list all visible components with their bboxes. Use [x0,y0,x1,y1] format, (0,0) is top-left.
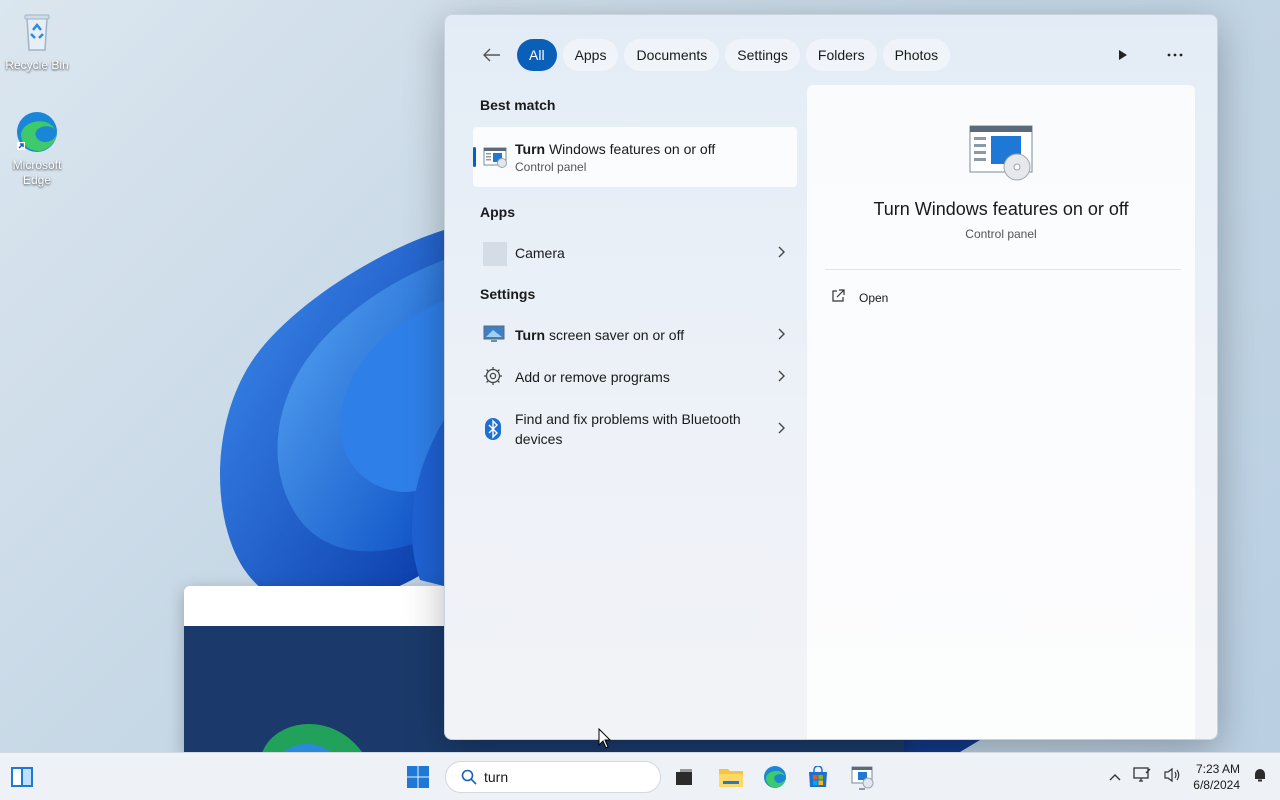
microsoft-store-icon[interactable] [802,761,834,793]
open-action-label: Open [859,290,889,305]
app-result-camera[interactable]: Camera [473,237,797,269]
desktop-icon-recycle-bin[interactable]: Recycle Bin [0,8,74,73]
tab-documents[interactable]: Documents [624,39,720,71]
selection-accent [473,147,476,167]
chevron-right-icon[interactable] [767,369,797,385]
bluetooth-icon [483,418,505,440]
preview-pane: Turn Windows features on or off Control … [807,85,1195,739]
edge-taskbar-icon[interactable] [759,761,791,793]
back-arrow-icon[interactable] [477,40,507,70]
mouse-cursor-icon [598,727,612,750]
best-match-title-highlight: Turn [515,141,546,157]
volume-icon[interactable] [1163,767,1181,788]
tab-settings[interactable]: Settings [725,39,800,71]
notification-icon[interactable] [1252,767,1268,788]
desktop-icon-label: Microsoft Edge [12,158,62,187]
search-icon [454,769,484,785]
section-apps: Apps [480,204,515,220]
tab-photos[interactable]: Photos [882,39,951,71]
taskbar-search[interactable] [445,761,661,793]
settings-result-label: Find and fix problems with Bluetooth dev… [515,411,741,447]
chevron-right-icon[interactable] [767,245,797,261]
edge-icon [13,108,61,156]
more-options-icon[interactable] [1159,41,1191,69]
settings-result-label: screen saver on or off [545,327,685,343]
best-match-subtitle: Control panel [515,160,587,174]
start-button[interactable] [402,761,434,793]
system-tray: 7:23 AM 6/8/2024 [1109,753,1268,800]
taskbar: 7:23 AM 6/8/2024 [0,752,1280,800]
settings-result-highlight: Turn [515,327,546,343]
open-action[interactable]: Open [831,289,888,306]
settings-result-bluetooth[interactable]: Find and fix problems with Bluetooth dev… [473,407,797,451]
divider [825,269,1181,270]
chevron-right-icon[interactable] [767,421,797,437]
clock[interactable]: 7:23 AM 6/8/2024 [1193,761,1240,793]
preview-title: Turn Windows features on or off [873,199,1129,219]
best-match-result[interactable]: Turn Windows features on or off Control … [473,127,797,187]
tab-apps[interactable]: Apps [562,39,619,71]
recycle-bin-icon [13,8,61,56]
screensaver-icon [483,324,505,346]
search-tabs: All Apps Documents Settings Folders Phot… [477,39,951,71]
windows-features-icon [483,146,507,168]
chevron-right-icon[interactable] [767,327,797,343]
edge-logo-icon [261,724,362,756]
section-settings: Settings [480,286,536,302]
search-panel: All Apps Documents Settings Folders Phot… [444,14,1218,740]
section-best-match: Best match [480,97,556,113]
play-icon[interactable] [1107,41,1139,69]
desktop-icon-label: Recycle Bin [5,58,69,72]
desktop-icon-edge[interactable]: Microsoft Edge [0,108,74,188]
settings-result-screen-saver[interactable]: Turn screen saver on or off [473,319,797,351]
camera-icon [483,242,507,266]
show-hidden-icons-icon[interactable] [1109,768,1121,786]
windows-features-large-icon [969,125,1033,181]
file-explorer-icon[interactable] [715,761,747,793]
settings-result-label: Add or remove programs [515,369,670,385]
widgets-icon[interactable] [6,761,38,793]
tab-folders[interactable]: Folders [805,39,877,71]
clock-date: 6/8/2024 [1193,778,1240,792]
best-match-title: Windows features on or off [545,141,716,157]
control-panel-taskbar-icon[interactable] [846,761,878,793]
preview-subtitle: Control panel [965,227,1037,241]
task-view-icon[interactable] [668,761,700,793]
app-result-label: Camera [515,245,565,261]
tab-actions [1107,41,1191,69]
gear-icon [483,366,505,388]
settings-result-add-remove-programs[interactable]: Add or remove programs [473,361,797,393]
tab-all[interactable]: All [517,39,557,71]
network-icon[interactable] [1133,766,1151,788]
clock-time: 7:23 AM [1195,762,1240,776]
search-input[interactable] [484,769,644,785]
open-external-icon [831,289,845,306]
